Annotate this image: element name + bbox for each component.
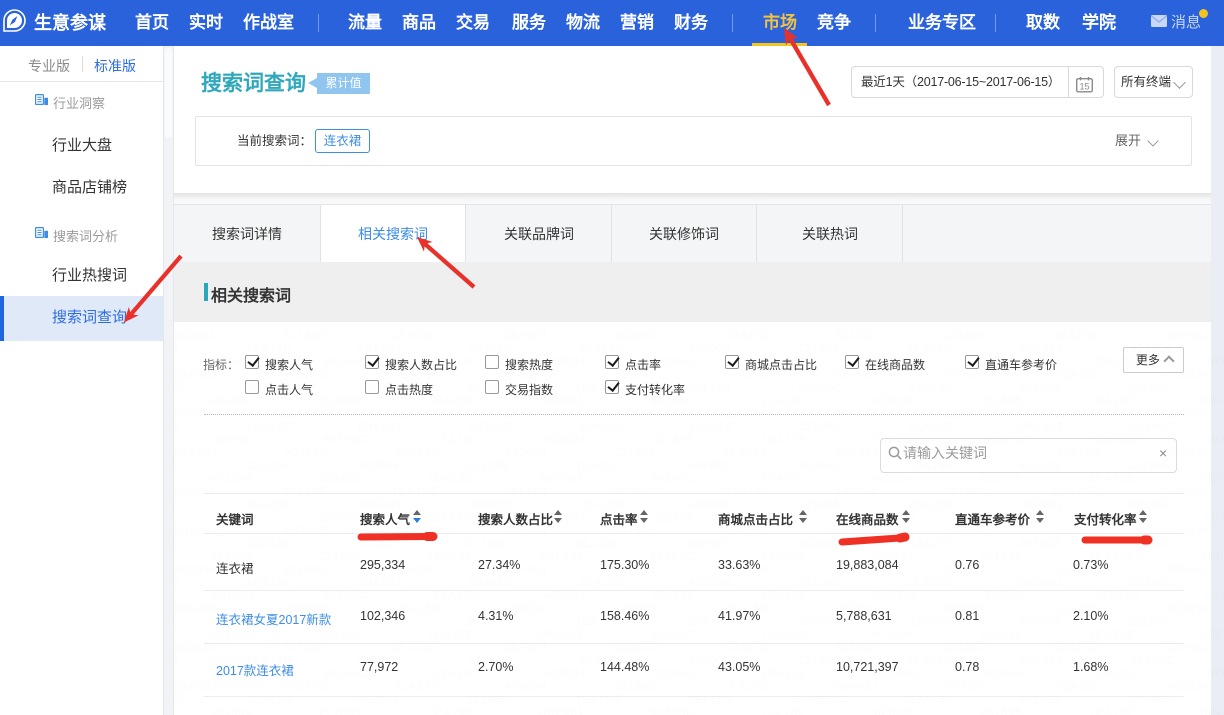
svg-text:15: 15 bbox=[1079, 82, 1089, 92]
